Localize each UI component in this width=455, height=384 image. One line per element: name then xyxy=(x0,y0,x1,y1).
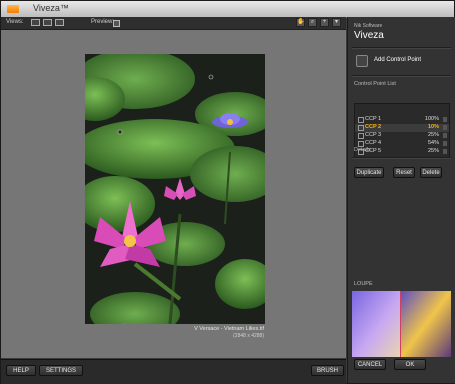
zoom-tool-icon[interactable]: ⌕ xyxy=(308,18,317,27)
cp-color-icon xyxy=(443,125,447,130)
brush-button[interactable]: BRUSH xyxy=(311,365,344,376)
view-side-icon[interactable] xyxy=(55,19,64,26)
toolbar: Views: Preview: ✋ ⌕ + ▾ xyxy=(1,17,346,30)
cp-checkbox[interactable] xyxy=(358,133,364,139)
duplicate-button[interactable]: Duplicate xyxy=(354,167,384,178)
cp-value: 100% xyxy=(424,116,439,122)
preview-label: Preview: xyxy=(91,19,115,25)
cp-name: CCP 4 xyxy=(365,140,382,146)
loupe-title: LOUPE xyxy=(354,281,373,287)
view-single-icon[interactable] xyxy=(31,19,40,26)
preview-image[interactable] xyxy=(85,54,265,324)
product-name: Viveza xyxy=(354,30,384,41)
image-filename: V Versace - Vietnam Lilies.tif xyxy=(194,326,264,332)
app-logo-icon xyxy=(7,5,19,13)
divider xyxy=(352,157,451,159)
reset-button[interactable]: Reset xyxy=(393,167,415,178)
add-control-point-icon[interactable] xyxy=(356,55,368,67)
divider xyxy=(352,75,451,77)
cp-color-icon xyxy=(443,149,447,154)
lotus-photo xyxy=(85,54,265,324)
sidebar: Nik Software Viveza Add Control Point Co… xyxy=(347,17,455,383)
cp-color-icon xyxy=(443,117,447,122)
cp-value: 10% xyxy=(427,124,439,130)
app-window: Viveza™ Views: Preview: ✋ ⌕ + ▾ V Versac… xyxy=(0,0,455,384)
cp-checkbox[interactable] xyxy=(358,117,364,123)
image-canvas[interactable]: V Versace - Vietnam Lilies.tif (2848 x 4… xyxy=(1,30,346,358)
loupe-image xyxy=(352,291,451,357)
help-button[interactable]: HELP xyxy=(6,365,36,376)
dropdown-icon[interactable]: ▾ xyxy=(332,18,341,27)
details-title[interactable]: Details xyxy=(354,147,371,153)
title-bar: Viveza™ xyxy=(1,1,454,18)
cp-name: CCP 2 xyxy=(365,124,382,130)
ok-button[interactable]: OK xyxy=(394,359,426,370)
cp-name: CCP 3 xyxy=(365,132,382,138)
cp-color-icon xyxy=(443,141,447,146)
preview-check-icon[interactable] xyxy=(113,20,120,27)
view-split-icon[interactable] xyxy=(43,19,52,26)
hand-tool-icon[interactable]: ✋ xyxy=(296,18,305,27)
settings-button[interactable]: SETTINGS xyxy=(39,365,83,376)
cancel-button[interactable]: CANCEL xyxy=(354,359,386,370)
cp-value: 25% xyxy=(427,132,439,138)
add-control-point-button[interactable]: Add Control Point xyxy=(374,57,421,63)
cp-checkbox[interactable] xyxy=(358,125,364,131)
cp-row[interactable]: CCP 1 100% xyxy=(355,116,449,124)
brand-label: Nik Software xyxy=(354,23,383,29)
cp-value: 25% xyxy=(427,148,439,154)
control-point-tool-icon[interactable]: + xyxy=(320,18,329,27)
cp-color-icon xyxy=(443,133,447,138)
control-point-list-title: Control Point List xyxy=(354,81,396,87)
loupe-view xyxy=(352,291,451,357)
image-dimensions: (2848 x 4288) xyxy=(233,333,264,339)
divider xyxy=(352,47,451,49)
cp-value: 54% xyxy=(427,140,439,146)
cp-row[interactable]: CCP 3 25% xyxy=(355,132,449,140)
cp-row[interactable]: CCP 2 10% xyxy=(355,124,449,132)
cp-name: CCP 1 xyxy=(365,116,382,122)
window-title: Viveza™ xyxy=(33,3,69,13)
views-label: Views: xyxy=(6,19,24,25)
bottom-bar: HELP SETTINGS BRUSH xyxy=(1,359,346,384)
delete-button[interactable]: Delete xyxy=(420,167,442,178)
